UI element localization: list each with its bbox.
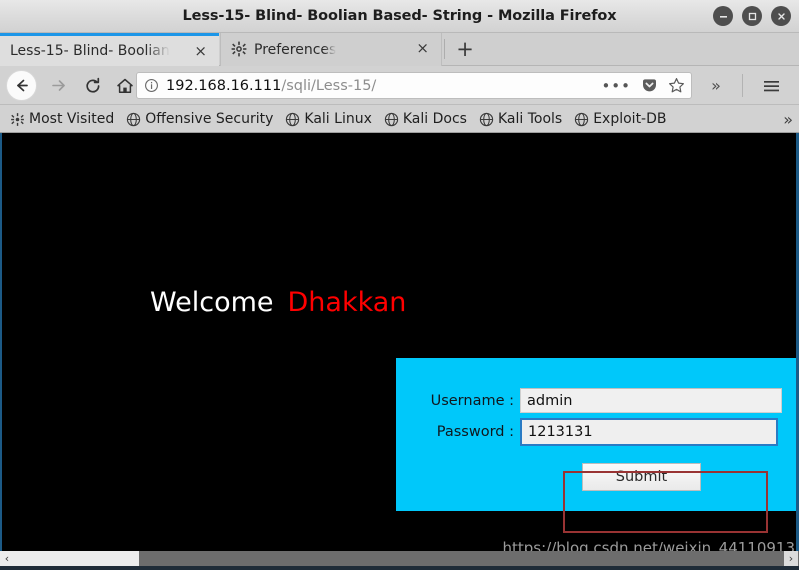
- pocket-icon[interactable]: [641, 77, 658, 94]
- tab-close-icon[interactable]: ×: [416, 33, 429, 64]
- bookmark-kali-tools[interactable]: Kali Tools: [473, 107, 568, 131]
- login-panel: Username : Password : Submit: [396, 358, 799, 511]
- tab-strip: Less-15- Blind- Boolian × Preferences ×: [0, 33, 799, 66]
- page-viewport: Welcome Dhakkan Username : Password : Sub…: [0, 133, 799, 551]
- minimize-button[interactable]: [713, 6, 733, 26]
- tab-label: Preferences: [254, 41, 337, 58]
- bookmark-list: Most Visited Offensive Security Kali Lin…: [4, 105, 673, 133]
- browser-window: Less-15- Blind- Boolian Based- String - …: [0, 0, 799, 570]
- app-menu-button[interactable]: [755, 72, 787, 99]
- hamburger-icon: [763, 80, 779, 91]
- reload-button[interactable]: [78, 71, 107, 100]
- bookmark-kali-linux[interactable]: Kali Linux: [279, 107, 377, 131]
- globe-icon: [127, 112, 141, 126]
- bookmark-label: Kali Docs: [402, 111, 467, 127]
- password-row: Password :: [396, 418, 799, 446]
- minimize-icon: [719, 15, 727, 18]
- bookmark-label: Exploit-DB: [593, 111, 667, 127]
- bookmark-label: Most Visited: [29, 111, 115, 127]
- username-label: Username :: [430, 392, 514, 409]
- scroll-left-arrow-icon[interactable]: ‹: [1, 551, 13, 566]
- horizontal-scrollbar[interactable]: ‹ ›: [0, 551, 799, 566]
- window-title: Less-15- Blind- Boolian Based- String - …: [182, 8, 617, 24]
- new-tab-button[interactable]: +: [450, 33, 480, 66]
- globe-icon: [575, 112, 589, 126]
- submit-row: Submit: [582, 463, 701, 491]
- home-button[interactable]: [110, 71, 139, 100]
- maximize-button[interactable]: [742, 6, 762, 26]
- tab-less15[interactable]: Less-15- Blind- Boolian ×: [0, 33, 219, 66]
- url-host: 192.168.16.111: [166, 77, 282, 94]
- address-bar[interactable]: 192.168.16.111/sqli/Less-15/ •••: [136, 72, 692, 99]
- toolbar-overflow-button[interactable]: »: [702, 72, 730, 99]
- tab-label: Less-15- Blind- Boolian: [10, 43, 170, 59]
- window-titlebar: Less-15- Blind- Boolian Based- String - …: [0, 0, 799, 33]
- scroll-right-arrow-icon[interactable]: ›: [784, 551, 798, 566]
- window-controls: [713, 6, 791, 26]
- back-button[interactable]: [6, 70, 37, 101]
- welcome-text: Welcome: [150, 287, 274, 318]
- bookmark-label: Offensive Security: [145, 111, 274, 127]
- forward-arrow-icon: [52, 80, 65, 91]
- info-icon: [145, 79, 158, 92]
- bookmark-star-icon[interactable]: [668, 77, 685, 94]
- welcome-username: Dhakkan: [287, 287, 407, 318]
- back-arrow-icon: [17, 79, 28, 92]
- gear-icon: [231, 41, 247, 57]
- tab-close-icon[interactable]: ×: [194, 36, 207, 67]
- bookmark-exploit-db[interactable]: Exploit-DB: [568, 107, 672, 131]
- globe-icon: [384, 112, 399, 126]
- reload-icon: [85, 77, 99, 93]
- username-input[interactable]: [520, 388, 782, 413]
- page-actions-icon[interactable]: •••: [601, 77, 631, 95]
- bookmark-label: Kali Tools: [497, 111, 563, 127]
- password-input[interactable]: [520, 418, 778, 446]
- scrollbar-thumb[interactable]: [0, 551, 139, 566]
- navigation-toolbar: 192.168.16.111/sqli/Less-15/ ••• »: [0, 66, 799, 105]
- username-row: Username :: [396, 388, 799, 413]
- tab-preferences[interactable]: Preferences ×: [220, 33, 442, 66]
- bookmark-label: Kali Linux: [304, 111, 372, 127]
- close-icon: [777, 12, 785, 20]
- home-icon: [116, 78, 133, 93]
- maximize-icon: [748, 12, 756, 20]
- bookmark-most-visited[interactable]: Most Visited: [4, 107, 120, 131]
- address-bar-icons: •••: [601, 73, 685, 98]
- globe-icon: [479, 112, 494, 126]
- url-text: 192.168.16.111/sqli/Less-15/: [166, 78, 376, 94]
- submit-button[interactable]: Submit: [582, 463, 701, 491]
- bookmarks-overflow-button[interactable]: »: [783, 105, 793, 133]
- welcome-heading: Welcome Dhakkan: [150, 287, 406, 318]
- tab-separator: [444, 39, 445, 59]
- window-bottom-edge: [0, 566, 799, 570]
- viewport-left-edge: [0, 133, 2, 551]
- bookmark-kali-docs[interactable]: Kali Docs: [378, 107, 473, 131]
- watermark-text: https://blog.csdn.net/weixin_44110913: [502, 539, 795, 551]
- close-button[interactable]: [771, 6, 791, 26]
- password-label: Password :: [436, 424, 514, 440]
- globe-icon: [286, 112, 300, 126]
- bookmark-offensive-security[interactable]: Offensive Security: [120, 107, 279, 131]
- bookmarks-toolbar: Most Visited Offensive Security Kali Lin…: [0, 105, 799, 133]
- url-path: /sqli/Less-15/: [281, 77, 377, 94]
- star-gear-icon: [11, 112, 24, 126]
- forward-button[interactable]: [44, 71, 73, 100]
- toolbar-separator: [742, 74, 743, 97]
